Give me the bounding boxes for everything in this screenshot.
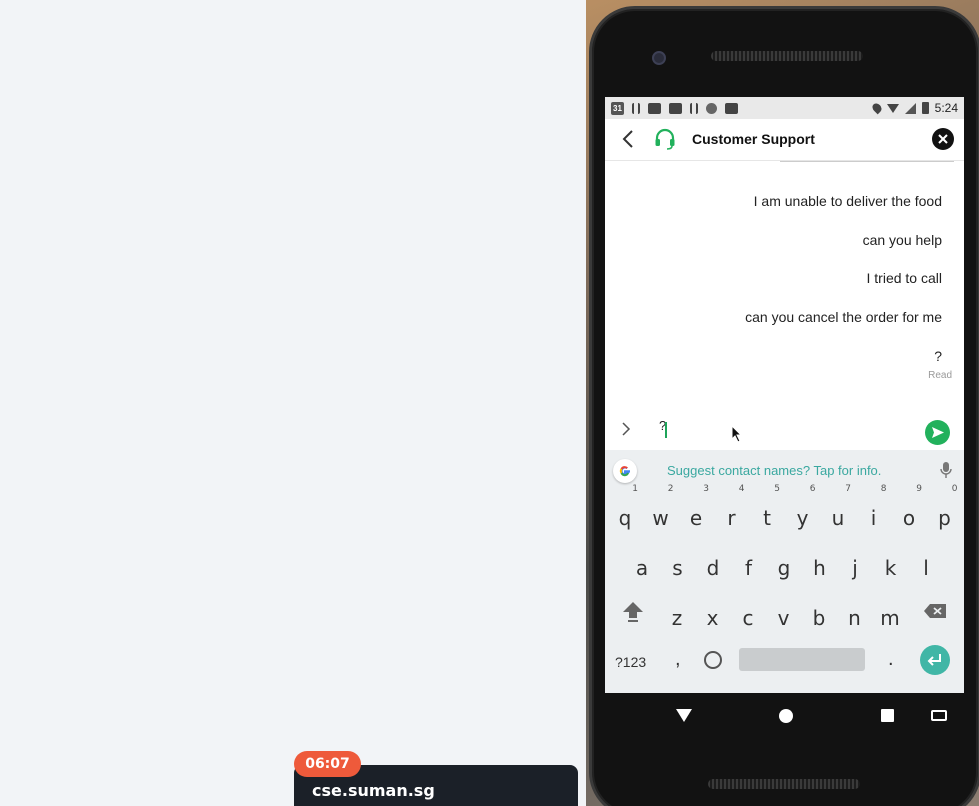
calendar-icon: 31	[611, 101, 624, 115]
phone-screen: 31 5:24 Customer Support I am unable to …	[605, 97, 964, 693]
recording-timer-badge: 06:07	[294, 751, 361, 777]
chat-header: Customer Support	[605, 119, 964, 161]
key-z[interactable]: z	[660, 596, 694, 640]
gmail-icon	[669, 102, 682, 114]
back-icon[interactable]	[619, 129, 639, 149]
key-r[interactable]: r4	[715, 484, 749, 540]
headset-icon	[655, 128, 675, 150]
key-h[interactable]: h	[803, 546, 837, 590]
cell-signal-icon	[904, 102, 916, 114]
key-g[interactable]: g	[767, 546, 801, 590]
key-o[interactable]: o9	[892, 484, 926, 540]
key-k[interactable]: k	[874, 546, 908, 590]
top-speaker-grille	[711, 51, 863, 61]
location-icon	[870, 101, 884, 115]
google-icon[interactable]	[613, 459, 637, 483]
mic-icon[interactable]	[939, 461, 953, 479]
key-c[interactable]: c	[731, 596, 765, 640]
soft-keyboard: Suggest contact names? Tap for info. q1w…	[605, 450, 964, 693]
key-n[interactable]: n	[838, 596, 872, 640]
text-caret	[665, 422, 667, 438]
message-bubble: I tried to call	[866, 270, 942, 286]
key-d[interactable]: d	[696, 546, 730, 590]
backspace-icon[interactable]	[923, 603, 947, 619]
key-x[interactable]: x	[696, 596, 730, 640]
symbols-key[interactable]: ?123	[615, 654, 646, 670]
send-icon	[932, 427, 944, 438]
key-p[interactable]: p0	[928, 484, 962, 540]
car-icon	[648, 102, 661, 114]
enter-icon[interactable]	[920, 645, 950, 675]
compose-bar: ?	[605, 410, 964, 450]
read-receipt: Read	[928, 370, 952, 381]
key-i[interactable]: i8	[857, 484, 891, 540]
status-bar: 31 5:24	[605, 97, 964, 119]
shift-icon[interactable]	[621, 600, 645, 622]
nav-home-icon[interactable]	[779, 709, 793, 723]
key-j[interactable]: j	[838, 546, 872, 590]
bottom-speaker-grille	[708, 779, 860, 789]
key-t[interactable]: t5	[750, 484, 784, 540]
comma-key[interactable]: ,	[675, 648, 681, 671]
key-u[interactable]: u7	[821, 484, 855, 540]
clock: 5:24	[934, 101, 958, 115]
front-camera	[652, 51, 666, 65]
header-divider	[780, 161, 954, 162]
circle-icon	[706, 102, 717, 114]
space-key[interactable]	[739, 648, 865, 671]
key-row-2: asdfghjkl	[605, 546, 964, 594]
key-w[interactable]: w2	[644, 484, 678, 540]
phone-frame: 31 5:24 Customer Support I am unable to …	[589, 6, 979, 806]
message-bubble: can you cancel the order for me	[745, 309, 942, 325]
key-a[interactable]: a	[625, 546, 659, 590]
signal-notification-icon-2	[690, 102, 698, 114]
mouse-cursor-icon	[731, 425, 743, 443]
signal-notification-icon	[632, 102, 640, 114]
battery-icon	[921, 102, 929, 114]
wifi-icon	[886, 103, 899, 113]
message-bubble: ?	[934, 348, 942, 364]
send-button[interactable]	[925, 420, 950, 445]
chat-title: Customer Support	[692, 131, 815, 147]
key-f[interactable]: f	[732, 546, 766, 590]
suggestion-bar: Suggest contact names? Tap for info.	[605, 450, 964, 490]
key-m[interactable]: m	[873, 596, 907, 640]
android-nav-bar	[605, 693, 964, 737]
key-q[interactable]: q1	[608, 484, 642, 540]
message-bubble: can you help	[862, 232, 942, 248]
close-icon[interactable]	[932, 128, 954, 150]
suggestion-text[interactable]: Suggest contact names? Tap for info.	[667, 463, 881, 478]
period-key[interactable]: .	[888, 648, 894, 671]
key-row-1: q1w2e3r4t5y6u7i8o9p0	[605, 484, 964, 544]
key-y[interactable]: y6	[786, 484, 820, 540]
nav-recents-icon[interactable]	[881, 709, 894, 722]
key-e[interactable]: e3	[679, 484, 713, 540]
message-input[interactable]: ?	[659, 418, 899, 442]
key-b[interactable]: b	[802, 596, 836, 640]
nav-keyboard-icon[interactable]	[931, 710, 947, 721]
sd-card-icon	[725, 102, 738, 114]
key-row-3: zxcvbnm	[605, 596, 964, 644]
key-v[interactable]: v	[767, 596, 801, 640]
emoji-icon[interactable]	[704, 651, 722, 669]
blank-desktop-area	[0, 0, 586, 806]
nav-back-icon[interactable]	[676, 709, 692, 722]
presenter-name: cse.suman.sg	[312, 781, 435, 800]
message-bubble: I am unable to deliver the food	[753, 193, 942, 209]
key-s[interactable]: s	[661, 546, 695, 590]
expand-icon[interactable]	[619, 422, 633, 436]
key-l[interactable]: l	[909, 546, 943, 590]
